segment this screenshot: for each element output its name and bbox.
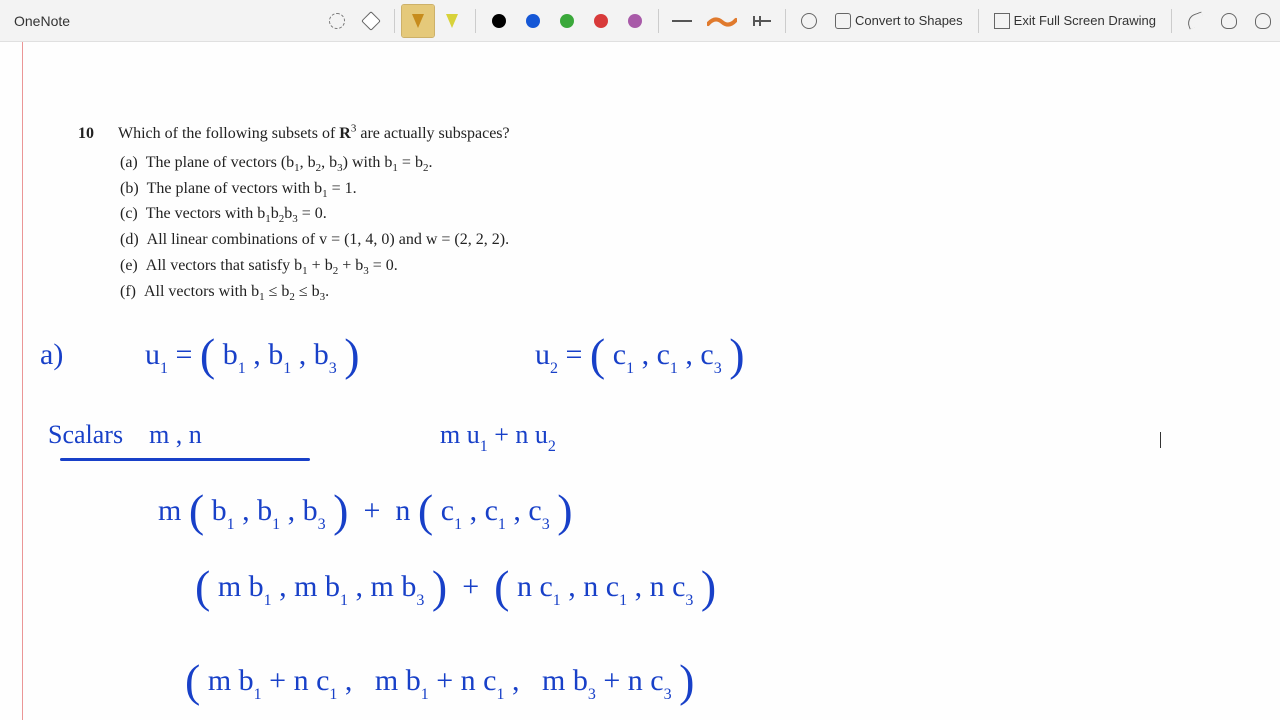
problem-option: (c) The vectors with b1b2b3 = 0. <box>120 202 640 227</box>
ink-scalars-label: Scalars m , n <box>48 420 202 450</box>
collapse-icon <box>994 13 1010 29</box>
printed-problem: 10 Which of the following subsets of R3 … <box>80 122 640 306</box>
color-dot <box>628 14 642 28</box>
ink-underline <box>60 458 310 461</box>
touch-draw-button[interactable] <box>793 5 825 37</box>
color-dot <box>594 14 608 28</box>
user-plus-icon <box>1255 13 1271 29</box>
q-space: R <box>339 125 351 142</box>
separator <box>475 9 476 33</box>
color-dot <box>492 14 506 28</box>
stroke-thin-button[interactable] <box>666 5 698 37</box>
ink-linear-combo: m u1 + n u2 <box>440 420 556 450</box>
perpendicular-icon <box>753 20 771 22</box>
problem-number: 10 <box>78 122 94 147</box>
pen-color-black[interactable] <box>483 5 515 37</box>
hand-icon <box>801 13 817 29</box>
q-prefix: Which of the following subsets of <box>118 125 339 142</box>
shapes-icon <box>835 13 851 29</box>
account-button[interactable] <box>1213 5 1245 37</box>
pen-color-green[interactable] <box>551 5 583 37</box>
ink-u2-definition: u2 = ( c1 , c1 , c3 ) <box>535 338 745 372</box>
user-icon <box>1221 13 1237 29</box>
separator <box>1171 9 1172 33</box>
share-button[interactable] <box>1247 5 1279 37</box>
lasso-select-button[interactable] <box>321 5 353 37</box>
text-caret <box>1160 432 1161 448</box>
highlighter-2-button[interactable] <box>436 5 468 37</box>
highlighter-1-button[interactable] <box>402 5 434 37</box>
separator <box>658 9 659 33</box>
snap-to-grid-button[interactable] <box>746 5 778 37</box>
color-dot <box>560 14 574 28</box>
exit-fullscreen-drawing-button[interactable]: Exit Full Screen Drawing <box>986 5 1164 37</box>
undo-icon <box>1185 11 1205 29</box>
toolbar: OneNote Convert to Shapes Exit <box>0 0 1280 42</box>
ink-expansion-1: m ( b1 , b1 , b3 ) + n ( c1 , c1 , c3 ) <box>158 494 573 528</box>
page-margin-rule <box>22 42 23 720</box>
eraser-icon <box>361 11 381 31</box>
highlighter-icon <box>412 14 424 28</box>
thin-stroke-icon <box>672 20 692 22</box>
separator <box>785 9 786 33</box>
color-dot <box>526 14 540 28</box>
problem-option: (d) All linear combinations of v = (1, 4… <box>120 228 640 253</box>
problem-option: (e) All vectors that satisfy b1 + b2 + b… <box>120 254 640 279</box>
problem-question: Which of the following subsets of R3 are… <box>118 122 640 147</box>
ink-expansion-3: ( m b1 + n c1 , m b1 + n c1 , m b3 + n c… <box>185 664 694 698</box>
pen-color-red[interactable] <box>585 5 617 37</box>
note-canvas[interactable]: 10 Which of the following subsets of R3 … <box>0 42 1280 720</box>
convert-label: Convert to Shapes <box>855 13 963 28</box>
undo-button[interactable] <box>1179 5 1211 37</box>
ink-part-label-a: a) <box>40 338 63 372</box>
separator <box>978 9 979 33</box>
lasso-icon <box>329 13 345 29</box>
wave-stroke-icon <box>707 14 737 28</box>
problem-option: (a) The plane of vectors (b1, b2, b3) wi… <box>120 151 640 176</box>
separator <box>394 9 395 33</box>
convert-to-shapes-button[interactable]: Convert to Shapes <box>827 5 971 37</box>
pen-color-purple[interactable] <box>619 5 651 37</box>
highlighter-icon <box>446 14 458 28</box>
stroke-style-button[interactable] <box>700 5 744 37</box>
q-suffix: are actually subspaces? <box>356 125 509 142</box>
exit-label: Exit Full Screen Drawing <box>1014 13 1156 28</box>
ink-expansion-2: ( m b1 , m b1 , m b3 ) + ( n c1 , n c1 ,… <box>195 570 716 604</box>
problem-option: (b) The plane of vectors with b1 = 1. <box>120 177 640 202</box>
problem-option: (f) All vectors with b1 ≤ b2 ≤ b3. <box>120 280 640 305</box>
pen-color-blue[interactable] <box>517 5 549 37</box>
eraser-button[interactable] <box>355 5 387 37</box>
ink-u1-definition: u1 = ( b1 , b1 , b3 ) <box>145 338 360 372</box>
problem-options: (a) The plane of vectors (b1, b2, b3) wi… <box>120 151 640 305</box>
app-title: OneNote <box>0 13 84 29</box>
